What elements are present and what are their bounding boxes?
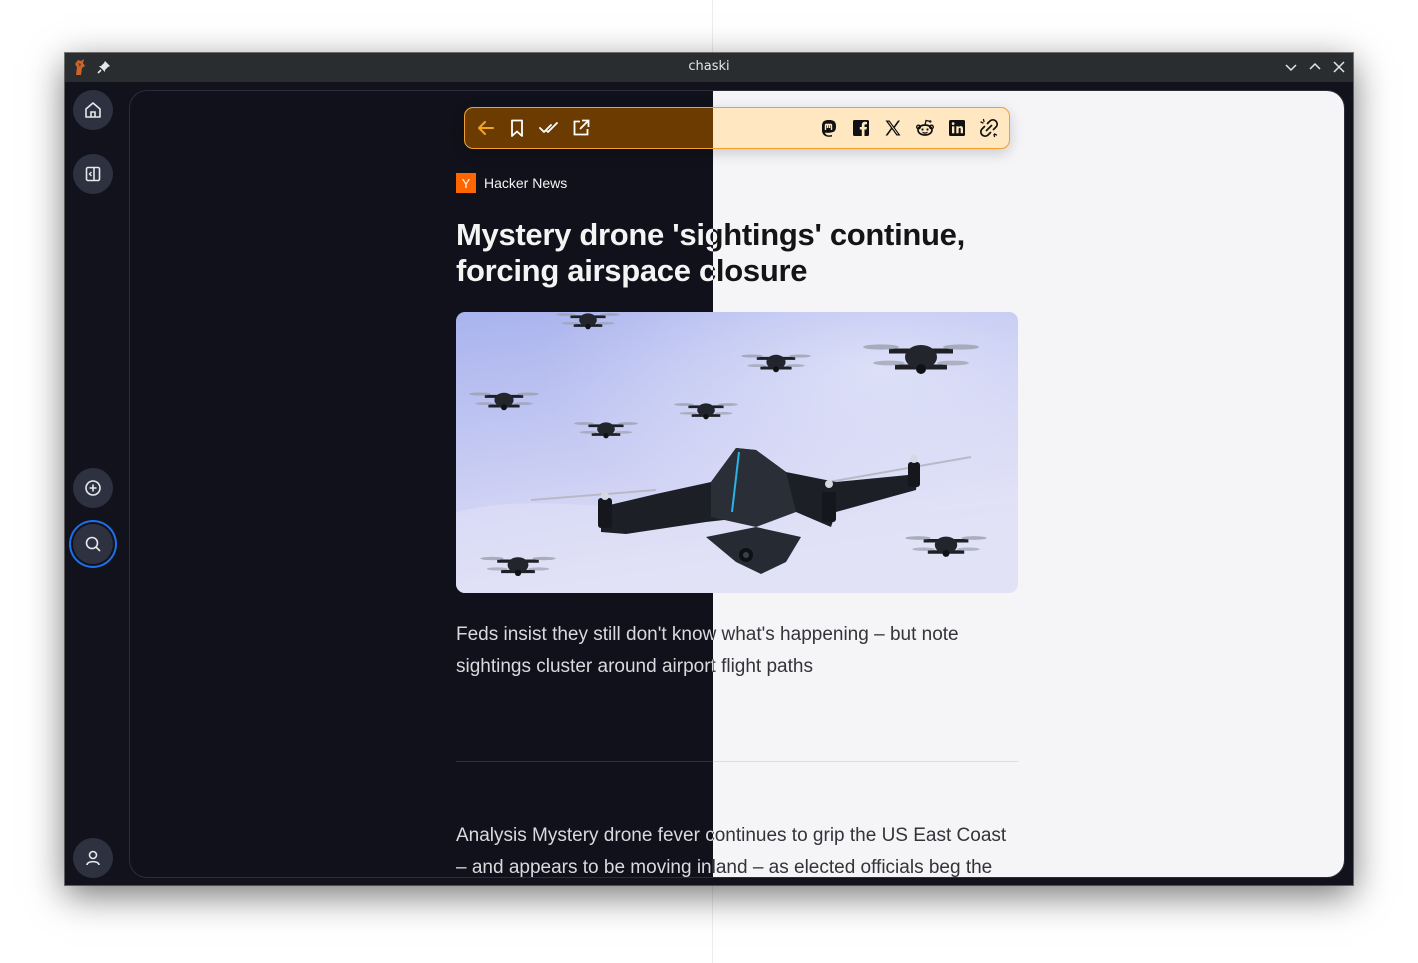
article-body: Analysis Mystery drone fever continues t…	[456, 825, 713, 878]
search-icon	[85, 536, 101, 552]
article-title: Mystery drone 'sightings' continue, forc…	[456, 217, 713, 288]
add-feed-button[interactable]	[73, 468, 113, 508]
mark-read-icon	[539, 122, 558, 133]
toggle-panel-button[interactable]	[73, 154, 113, 194]
home-icon	[85, 102, 101, 118]
reddit-icon	[916, 119, 934, 136]
bookmark-icon	[511, 119, 523, 137]
back-button[interactable]	[475, 117, 497, 139]
linkedin-icon	[949, 120, 965, 136]
share-linkedin-button[interactable]	[946, 117, 968, 139]
mastodon-icon	[822, 120, 836, 137]
article-hero-image	[456, 312, 1018, 593]
search-button[interactable]	[73, 524, 113, 564]
x-icon	[885, 120, 901, 136]
bookmark-button[interactable]	[506, 117, 528, 139]
article-lead: Feds insist they still don't know what's…	[456, 624, 713, 677]
minimize-icon[interactable]	[1284, 60, 1298, 74]
window-title: chaski	[688, 59, 730, 74]
open-external-button[interactable]	[570, 117, 592, 139]
user-icon	[86, 850, 100, 866]
drones-swarm-image	[456, 312, 1018, 593]
title-bar: chaski	[65, 53, 1353, 82]
facebook-icon	[853, 120, 869, 136]
hacker-news-logo-icon: Y	[456, 173, 476, 193]
open-external-icon	[573, 119, 590, 136]
share-mastodon-button[interactable]	[818, 117, 840, 139]
share-x-button[interactable]	[882, 117, 904, 139]
home-button[interactable]	[73, 90, 113, 130]
app-window: chaski Y Hacker News Mystery drone 'si f…	[65, 53, 1353, 885]
back-arrow-icon	[478, 121, 494, 135]
share-facebook-button[interactable]	[850, 117, 872, 139]
share-reddit-button[interactable]	[914, 117, 936, 139]
source-name: Hacker News	[484, 175, 568, 191]
copy-link-button[interactable]	[978, 117, 1000, 139]
plus-circle-icon	[85, 480, 101, 496]
divider	[456, 761, 713, 762]
article-source[interactable]: Y Hacker News	[456, 173, 567, 193]
article-pane: Y Hacker News Mystery drone 'sightings' …	[129, 90, 1345, 878]
maximize-icon[interactable]	[1308, 60, 1322, 74]
sidebar	[65, 82, 129, 885]
mark-read-button[interactable]	[538, 117, 560, 139]
sidebar-panel-icon	[85, 166, 101, 182]
copy-link-icon	[979, 118, 999, 138]
article-toolbar	[464, 107, 1010, 149]
close-icon[interactable]	[1332, 60, 1346, 74]
account-button[interactable]	[73, 838, 113, 878]
